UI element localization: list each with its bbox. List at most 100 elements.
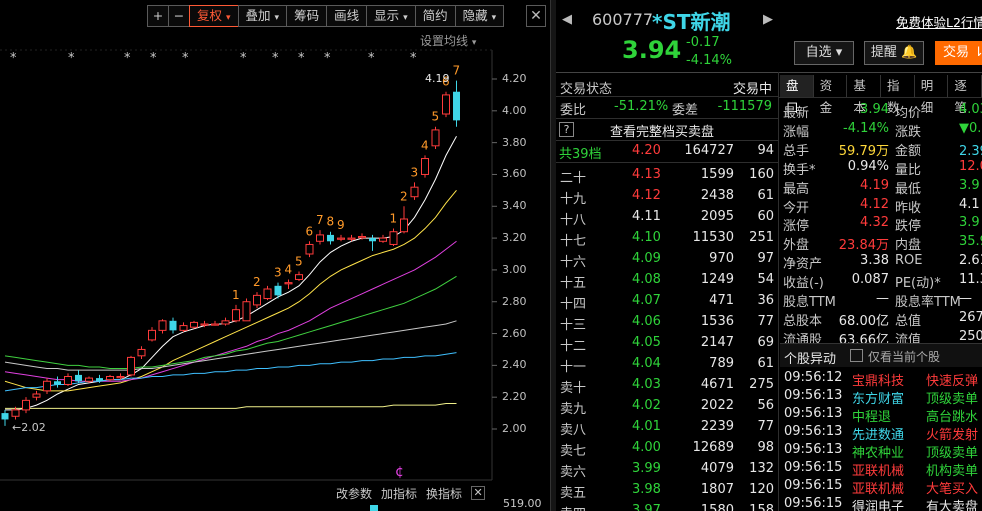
moving-average-line xyxy=(5,136,457,411)
candle-body xyxy=(253,294,261,306)
info-tab[interactable]: 逐笔 xyxy=(948,75,982,115)
order-book-row[interactable]: 卖十 4.03 4671 275 xyxy=(556,375,778,396)
level-count: 69 xyxy=(757,335,774,350)
weicha-label: 委差 xyxy=(672,103,699,118)
level-count: 60 xyxy=(757,209,774,224)
order-book-row[interactable]: 二十 4.13 1599 160 xyxy=(556,165,778,186)
candle-body xyxy=(137,348,146,357)
order-book-row[interactable]: 卖八 4.01 2239 77 xyxy=(556,417,778,438)
level-label: 二十 xyxy=(560,171,587,186)
prev-stock-icon[interactable]: ◀ xyxy=(562,12,572,27)
level-label: 十九 xyxy=(560,192,587,207)
level-volume: 2095 xyxy=(700,209,734,224)
high-price-label: 4.19 xyxy=(425,72,450,85)
order-book-row[interactable]: 卖四 3.97 1580 158 xyxy=(556,501,778,511)
order-book-row[interactable]: 十三 4.06 1536 77 xyxy=(556,312,778,333)
order-book-row[interactable]: 卖六 3.99 4079 132 xyxy=(556,459,778,480)
order-book-row[interactable]: 十八 4.11 2095 60 xyxy=(556,207,778,228)
level-label: 卖九 xyxy=(560,402,587,417)
td-count-label: 5 xyxy=(432,110,440,124)
mover-row[interactable]: 09:56:13 东方财富 顶级卖单 xyxy=(782,388,982,407)
stock-code: 600777 xyxy=(592,10,654,29)
price-tick-label: 2.60 xyxy=(502,326,527,340)
stat-label: 涨停 xyxy=(783,219,810,235)
info-tab[interactable]: 明细 xyxy=(915,75,949,115)
mover-row[interactable]: 09:56:13 中程退 高台跳水 xyxy=(782,406,982,425)
level-label: 十二 xyxy=(560,339,587,354)
full-book-link[interactable]: 查看完整档买卖盘 xyxy=(610,121,714,140)
mover-row[interactable]: 09:56:15 得润电子 有大卖盘 xyxy=(782,496,982,511)
order-book-row[interactable]: 卖七 4.00 12689 98 xyxy=(556,438,778,459)
mover-event: 火箭发射 xyxy=(926,428,979,443)
help-icon[interactable]: ? xyxy=(559,122,574,137)
next-stock-icon[interactable]: ▶ xyxy=(763,12,773,27)
alert-button[interactable]: 提醒 🔔 xyxy=(864,41,924,65)
td-count-label: 1 xyxy=(390,212,398,226)
candle-body xyxy=(305,243,314,255)
order-book-row[interactable]: 十二 4.05 2147 69 xyxy=(556,333,778,354)
level-price: 3.99 xyxy=(632,461,661,476)
mover-row[interactable]: 09:56:12 宝鼎科技 快速反弹 xyxy=(782,370,982,389)
mover-event: 快速反弹 xyxy=(926,374,979,389)
mover-row[interactable]: 09:56:15 亚联机械 大笔买入 xyxy=(782,478,982,497)
stat-value: 3.9 xyxy=(959,215,980,231)
volume-bar xyxy=(370,505,378,511)
price-tick-label: 3.80 xyxy=(502,135,527,149)
stat-label: 股息率TTM xyxy=(895,295,961,310)
add-watchlist-button[interactable]: 自选 ▾ xyxy=(794,41,854,65)
free-l2-link[interactable]: 免费体验L2行情 xyxy=(896,12,982,31)
candle-body xyxy=(169,320,177,331)
stat-label: 外盘 xyxy=(783,238,810,254)
level-price: 4.06 xyxy=(632,314,661,329)
order-book-row[interactable]: 十七 4.10 11530 251 xyxy=(556,228,778,249)
last-price: 3.94 xyxy=(622,36,682,64)
level-label: 十八 xyxy=(560,213,587,228)
order-book-row[interactable]: 十一 4.04 789 61 xyxy=(556,354,778,375)
level-price: 3.98 xyxy=(632,482,661,497)
order-book-row[interactable]: 卖九 4.02 2022 56 xyxy=(556,396,778,417)
mover-time: 09:56:15 xyxy=(784,478,843,493)
candle-body xyxy=(43,380,51,392)
price-tick-label: 3.20 xyxy=(502,231,527,245)
weibi-label: 委比 xyxy=(560,103,587,118)
order-book-row[interactable]: 十九 4.12 2438 61 xyxy=(556,186,778,207)
mover-row[interactable]: 09:56:15 亚联机械 机构卖单 xyxy=(782,460,982,479)
level-count: 97 xyxy=(757,251,774,266)
trade-button[interactable]: 交易 ⇂ xyxy=(935,41,982,65)
level-label: 十七 xyxy=(560,234,587,249)
stat-value: 68.00亿 xyxy=(838,313,889,329)
level-price: 4.00 xyxy=(632,440,661,455)
mover-row[interactable]: 09:56:13 神农种业 顶级卖单 xyxy=(782,442,982,461)
level-volume: 11530 xyxy=(692,230,734,245)
add-indicator-button[interactable]: 加指标 xyxy=(381,485,417,502)
order-book-row[interactable]: 十四 4.07 471 36 xyxy=(556,291,778,312)
info-tab[interactable]: 资金 xyxy=(814,75,848,115)
bottom-marker: ¢ xyxy=(395,464,404,480)
stat-label: 总股本 xyxy=(783,313,823,329)
edit-params-button[interactable]: 改参数 xyxy=(336,485,372,502)
signal-star-icon: * xyxy=(150,51,157,66)
order-book-row[interactable]: 十六 4.09 970 97 xyxy=(556,249,778,270)
stat-value: 3.38 xyxy=(860,253,889,269)
total-price: 4.20 xyxy=(632,143,661,158)
stat-label: 净资产 xyxy=(783,257,823,273)
order-book-row[interactable]: 卖五 3.98 1807 120 xyxy=(556,480,778,501)
mover-row[interactable]: 09:56:13 先进数通 火箭发射 xyxy=(782,424,982,443)
switch-indicator-button[interactable]: 换指标 xyxy=(426,485,462,502)
level-count: 251 xyxy=(749,230,774,245)
full-book-row[interactable]: ? 查看完整档买卖盘 xyxy=(556,119,778,140)
close-indicator-button[interactable]: ✕ xyxy=(471,486,486,500)
info-tab[interactable]: 基本 xyxy=(847,75,882,115)
kline-chart-pane[interactable]: + − 复权 ▾ 叠加 ▾ 筹码 画线 显示 ▾ 简约 隐藏 ▾ ✕ 设置均线 … xyxy=(0,0,550,511)
info-tab[interactable]: 指数 xyxy=(881,75,915,115)
info-tab[interactable]: 盘口 xyxy=(780,75,814,115)
td-count-label: 7 xyxy=(453,64,461,78)
trade-status-value: 交易中 xyxy=(732,82,772,97)
price-tick-label: 4.00 xyxy=(502,103,527,117)
level-volume: 1599 xyxy=(700,167,734,182)
candle-body xyxy=(54,381,61,385)
level-price: 4.01 xyxy=(632,419,661,434)
order-book-row[interactable]: 十五 4.08 1249 54 xyxy=(556,270,778,291)
only-current-checkbox[interactable] xyxy=(850,349,863,362)
level-count: 120 xyxy=(749,482,774,497)
